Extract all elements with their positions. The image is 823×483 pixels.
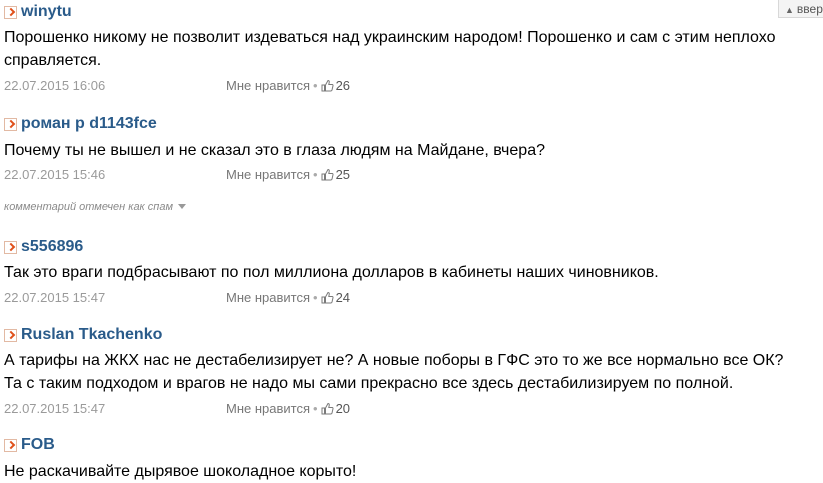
like-button[interactable]: Мне нравится bbox=[226, 78, 310, 93]
comment-text: Не раскачивайте дырявое шоколадное корыт… bbox=[4, 460, 823, 483]
spam-notice-label: комментарий отмечен как спам bbox=[4, 201, 174, 213]
separator-dot: • bbox=[313, 290, 318, 305]
comment-author-link[interactable]: FOB bbox=[21, 436, 55, 454]
scroll-to-top-link[interactable]: ▲вверх bbox=[778, 0, 823, 18]
comment-meta: 22.07.2015 16:06 Мне нравится • 26 bbox=[4, 76, 604, 96]
like-control[interactable]: Мне нравится • 24 bbox=[226, 288, 350, 308]
comment-text: Порошенко никому не позволит издеваться … bbox=[4, 26, 823, 72]
like-button[interactable]: Мне нравится bbox=[226, 401, 310, 416]
separator-dot: • bbox=[313, 401, 318, 416]
like-button[interactable]: Мне нравится bbox=[226, 167, 310, 182]
chevron-right-icon bbox=[4, 5, 17, 19]
like-control[interactable]: Мне нравится • 25 bbox=[226, 165, 350, 185]
comment-text-line: А тарифы на ЖКХ нас не дестабелизирует н… bbox=[4, 352, 784, 369]
comment-text: А тарифы на ЖКХ нас не дестабелизирует н… bbox=[4, 349, 823, 395]
comment-author-link[interactable]: s556896 bbox=[21, 238, 83, 256]
separator-dot: • bbox=[313, 167, 318, 182]
comment-text-line: Та с таким подходом и врагов не надо мы … bbox=[4, 375, 734, 392]
comment-author-row: Ruslan Tkachenko bbox=[4, 325, 162, 345]
comment-author-row: winytu bbox=[4, 2, 72, 22]
comment-author-link[interactable]: роман р d1143fce bbox=[21, 115, 157, 133]
like-count: 26 bbox=[335, 78, 351, 93]
comment-meta: 22.07.2015 15:47 Мне нравится • 20 bbox=[4, 399, 604, 419]
thumbs-up-icon bbox=[321, 291, 334, 304]
comment-text: Так это враги подбрасывают по пол миллио… bbox=[4, 261, 823, 284]
comment-text: Почему ты не вышел и не сказал это в гла… bbox=[4, 139, 823, 162]
arrow-up-icon: ▲ bbox=[785, 5, 794, 15]
comment-text-line: справляется. bbox=[4, 52, 102, 69]
like-count: 24 bbox=[335, 290, 351, 305]
like-button[interactable]: Мне нравится bbox=[226, 290, 310, 305]
like-control[interactable]: Мне нравится • 26 bbox=[226, 76, 350, 96]
comment-meta: 22.07.2015 15:46 Мне нравится • 25 bbox=[4, 165, 604, 185]
like-control[interactable]: Мне нравится • 20 bbox=[226, 399, 350, 419]
chevron-right-icon bbox=[4, 117, 17, 131]
comment-date: 22.07.2015 15:46 bbox=[4, 167, 106, 182]
scroll-to-top-label: вверх bbox=[796, 2, 823, 16]
comment-text-line: Так это враги подбрасывают по пол миллио… bbox=[4, 264, 659, 281]
comment-date: 22.07.2015 16:06 bbox=[4, 78, 106, 93]
spam-notice-toggle[interactable]: комментарий отмечен как спам bbox=[4, 200, 187, 214]
comment-date: 22.07.2015 15:47 bbox=[4, 401, 106, 416]
like-count: 20 bbox=[335, 401, 351, 416]
chevron-right-icon bbox=[4, 240, 17, 254]
chevron-right-icon bbox=[4, 438, 17, 452]
thumbs-up-icon bbox=[321, 168, 334, 181]
comment-meta: 22.07.2015 15:47 Мне нравится • 24 bbox=[4, 288, 604, 308]
thumbs-up-icon bbox=[321, 402, 334, 415]
comment-author-row: s556896 bbox=[4, 237, 83, 257]
thumbs-up-icon bbox=[321, 79, 334, 92]
comment-text-line: Не раскачивайте дырявое шоколадное корыт… bbox=[4, 463, 357, 480]
comment-date: 22.07.2015 15:47 bbox=[4, 290, 106, 305]
comment-text-line: Порошенко никому не позволит издеваться … bbox=[4, 29, 776, 46]
comment-author-row: роман р d1143fce bbox=[4, 114, 157, 134]
chevron-right-icon bbox=[4, 328, 17, 342]
caret-down-icon bbox=[178, 204, 187, 209]
separator-dot: • bbox=[313, 78, 318, 93]
like-count: 25 bbox=[335, 167, 351, 182]
comment-author-row: FOB bbox=[4, 435, 55, 455]
comment-author-link[interactable]: Ruslan Tkachenko bbox=[21, 326, 162, 344]
comment-author-link[interactable]: winytu bbox=[21, 3, 72, 21]
comment-text-line: Почему ты не вышел и не сказал это в гла… bbox=[4, 142, 545, 159]
